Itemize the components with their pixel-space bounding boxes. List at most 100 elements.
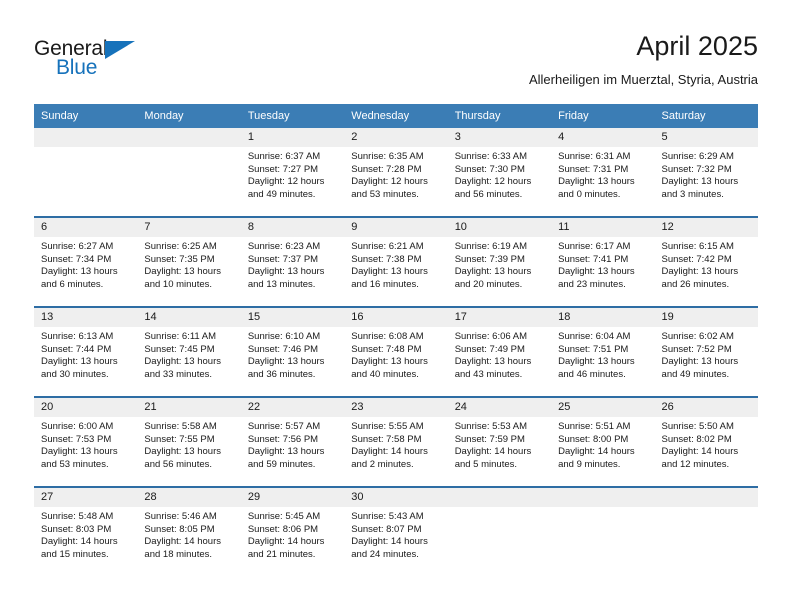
page-header: General Blue April 2025 Allerheiligen im…: [0, 0, 792, 104]
calendar-day-cell[interactable]: 28 Sunrise: 5:46 AM Sunset: 8:05 PM Dayligh…: [137, 487, 241, 576]
calendar-day-cell[interactable]: 1 Sunrise: 6:37 AM Sunset: 7:27 PM Daylight…: [240, 128, 345, 218]
day-details: Sunrise: 6:02 AM Sunset: 7:52 PM Daylight:…: [655, 327, 758, 381]
calendar-day-cell[interactable]: 29 Sunrise: 5:45 AM Sunset: 8:06 PM Dayligh…: [240, 487, 345, 576]
daylight-text-line2: and 5 minutes.: [454, 458, 518, 470]
day-number: [34, 128, 138, 147]
calendar-day-cell[interactable]: 3 Sunrise: 6:33 AM Sunset: 7:30 PM Daylight…: [447, 128, 552, 218]
weekday-header-wednesday: Wednesday: [344, 104, 448, 128]
sunrise-text: Sunrise: 5:55 AM: [351, 421, 424, 432]
calendar-day-cell[interactable]: 25 Sunrise: 5:51 AM Sunset: 8:00 PM Dayligh…: [551, 397, 655, 488]
daylight-text-line1: Daylight: 13 hours: [41, 446, 118, 458]
calendar-day-cell[interactable]: 9 Sunrise: 6:21 AM Sunset: 7:38 PM Daylight…: [344, 217, 448, 308]
sunrise-text: Sunrise: 5:48 AM: [41, 511, 114, 522]
daylight-text-line1: Daylight: 14 hours: [661, 446, 739, 458]
generalblue-logo[interactable]: General Blue: [34, 38, 154, 84]
daylight-text-line2: and 26 minutes.: [661, 278, 730, 290]
calendar-day-cell[interactable]: 21 Sunrise: 5:58 AM Sunset: 7:55 PM Dayligh…: [137, 397, 241, 488]
calendar-day-cell[interactable]: 4 Sunrise: 6:31 AM Sunset: 7:31 PM Daylight…: [551, 128, 655, 218]
daylight-text-line1: Daylight: 13 hours: [661, 176, 739, 188]
sunset-text: Sunset: 7:31 PM: [558, 163, 629, 175]
daylight-text-line1: Daylight: 14 hours: [454, 446, 532, 458]
daylight-text-line1: Daylight: 13 hours: [454, 356, 532, 368]
calendar-day-cell[interactable]: 16 Sunrise: 6:08 AM Sunset: 7:48 PM Dayligh…: [344, 307, 448, 398]
calendar-day-cell[interactable]: 18 Sunrise: 6:04 AM Sunset: 7:51 PM Dayligh…: [551, 307, 655, 398]
daylight-text-line1: Daylight: 13 hours: [144, 446, 221, 458]
calendar-day-cell[interactable]: 30 Sunrise: 5:43 AM Sunset: 8:07 PM Dayligh…: [344, 487, 448, 576]
day-cell-inner: 5 Sunrise: 6:29 AM Sunset: 7:32 PM Daylight…: [654, 128, 758, 216]
sunset-text: Sunset: 7:30 PM: [454, 163, 525, 175]
sunrise-text: Sunrise: 6:21 AM: [351, 241, 424, 252]
day-number: 29: [240, 488, 345, 507]
calendar-day-cell[interactable]: 26 Sunrise: 5:50 AM Sunset: 8:02 PM Dayligh…: [654, 397, 758, 488]
calendar-day-cell[interactable]: 20 Sunrise: 6:00 AM Sunset: 7:53 PM Dayligh…: [34, 397, 138, 488]
calendar-day-cell[interactable]: 22 Sunrise: 5:57 AM Sunset: 7:56 PM Dayligh…: [240, 397, 345, 488]
calendar-day-cell-empty: [654, 487, 758, 576]
calendar-week-row: 20 Sunrise: 6:00 AM Sunset: 7:53 PM Dayligh…: [34, 397, 758, 488]
calendar-page: General Blue April 2025 Allerheiligen im…: [0, 0, 792, 612]
day-number: 4: [551, 128, 655, 147]
sunset-text: Sunset: 7:41 PM: [558, 253, 629, 265]
day-details: Sunrise: 6:11 AM Sunset: 7:45 PM Daylight:…: [137, 327, 240, 381]
daylight-text-line1: Daylight: 12 hours: [247, 176, 325, 188]
day-details: Sunrise: 6:33 AM Sunset: 7:30 PM Daylight:…: [448, 147, 551, 201]
sunrise-text: Sunrise: 5:51 AM: [558, 421, 631, 432]
calendar-day-cell[interactable]: 7 Sunrise: 6:25 AM Sunset: 7:35 PM Daylight…: [137, 217, 241, 308]
daylight-text-line1: Daylight: 13 hours: [144, 356, 221, 368]
calendar-day-cell[interactable]: 12 Sunrise: 6:15 AM Sunset: 7:42 PM Dayligh…: [654, 217, 758, 308]
weekday-header-tuesday: Tuesday: [240, 104, 345, 128]
sunrise-text: Sunrise: 6:31 AM: [558, 151, 631, 162]
calendar-day-cell[interactable]: 13 Sunrise: 6:13 AM Sunset: 7:44 PM Dayligh…: [34, 307, 138, 398]
day-number: 10: [447, 218, 552, 237]
sunrise-text: Sunrise: 5:57 AM: [247, 421, 321, 432]
calendar-body: 1 Sunrise: 6:37 AM Sunset: 7:27 PM Daylight…: [34, 128, 758, 576]
daylight-text-line2: and 6 minutes.: [41, 278, 104, 290]
sunset-text: Sunset: 7:46 PM: [247, 343, 319, 355]
sunrise-text: Sunrise: 6:17 AM: [558, 241, 631, 252]
calendar-day-cell[interactable]: 11 Sunrise: 6:17 AM Sunset: 7:41 PM Dayligh…: [551, 217, 655, 308]
day-cell-inner: 2 Sunrise: 6:35 AM Sunset: 7:28 PM Daylight…: [344, 128, 448, 216]
daylight-text-line1: Daylight: 13 hours: [144, 266, 221, 278]
day-cell-inner: 19 Sunrise: 6:02 AM Sunset: 7:52 PM Dayligh…: [654, 308, 758, 396]
sunset-text: Sunset: 7:59 PM: [454, 433, 525, 445]
calendar-day-cell[interactable]: 27 Sunrise: 5:48 AM Sunset: 8:03 PM Dayligh…: [34, 487, 138, 576]
day-number: 3: [447, 128, 552, 147]
daylight-text-line2: and 21 minutes.: [247, 548, 316, 560]
daylight-text-line1: Daylight: 12 hours: [454, 176, 532, 188]
sunrise-text: Sunrise: 5:46 AM: [144, 511, 217, 522]
sunset-text: Sunset: 7:53 PM: [41, 433, 112, 445]
calendar-day-cell[interactable]: 8 Sunrise: 6:23 AM Sunset: 7:37 PM Daylight…: [240, 217, 345, 308]
calendar-day-cell[interactable]: 5 Sunrise: 6:29 AM Sunset: 7:32 PM Daylight…: [654, 128, 758, 218]
daylight-text-line2: and 49 minutes.: [247, 188, 316, 200]
calendar-day-cell[interactable]: 10 Sunrise: 6:19 AM Sunset: 7:39 PM Dayligh…: [447, 217, 552, 308]
day-details: Sunrise: 6:37 AM Sunset: 7:27 PM Daylight:…: [241, 147, 344, 201]
calendar-day-cell[interactable]: 23 Sunrise: 5:55 AM Sunset: 7:58 PM Dayligh…: [344, 397, 448, 488]
day-details: Sunrise: 5:45 AM Sunset: 8:06 PM Daylight:…: [241, 507, 344, 561]
daylight-text-line1: Daylight: 13 hours: [661, 356, 739, 368]
daylight-text-line2: and 13 minutes.: [247, 278, 316, 290]
calendar-week-row: 13 Sunrise: 6:13 AM Sunset: 7:44 PM Dayligh…: [34, 307, 758, 398]
daylight-text-line1: Daylight: 13 hours: [661, 266, 739, 278]
calendar-day-cell[interactable]: 15 Sunrise: 6:10 AM Sunset: 7:46 PM Dayligh…: [240, 307, 345, 398]
daylight-text-line1: Daylight: 13 hours: [247, 356, 325, 368]
weekday-header-thursday: Thursday: [447, 104, 552, 128]
calendar-day-cell[interactable]: 14 Sunrise: 6:11 AM Sunset: 7:45 PM Dayligh…: [137, 307, 241, 398]
day-details: Sunrise: 5:51 AM Sunset: 8:00 PM Daylight:…: [551, 417, 654, 471]
daylight-text-line1: Daylight: 13 hours: [351, 356, 428, 368]
day-cell-inner: 4 Sunrise: 6:31 AM Sunset: 7:31 PM Daylight…: [551, 128, 655, 216]
page-subtitle: Allerheiligen im Muerztal, Styria, Austr…: [528, 72, 758, 87]
day-details: Sunrise: 5:50 AM Sunset: 8:02 PM Daylight:…: [655, 417, 758, 471]
calendar-day-cell[interactable]: 6 Sunrise: 6:27 AM Sunset: 7:34 PM Daylight…: [34, 217, 138, 308]
sunset-text: Sunset: 8:06 PM: [247, 523, 319, 535]
calendar-day-cell[interactable]: 24 Sunrise: 5:53 AM Sunset: 7:59 PM Dayligh…: [447, 397, 552, 488]
sunset-text: Sunset: 7:38 PM: [351, 253, 422, 265]
calendar-day-cell[interactable]: 19 Sunrise: 6:02 AM Sunset: 7:52 PM Dayligh…: [654, 307, 758, 398]
day-cell-inner: 7 Sunrise: 6:25 AM Sunset: 7:35 PM Daylight…: [137, 218, 241, 306]
sunset-text: Sunset: 7:55 PM: [144, 433, 215, 445]
calendar-day-cell[interactable]: 2 Sunrise: 6:35 AM Sunset: 7:28 PM Daylight…: [344, 128, 448, 218]
calendar-day-cell[interactable]: 17 Sunrise: 6:06 AM Sunset: 7:49 PM Dayligh…: [447, 307, 552, 398]
day-cell-inner: [34, 128, 138, 216]
day-number: 19: [654, 308, 758, 327]
calendar-header-row: Sunday Monday Tuesday Wednesday Thursday…: [34, 104, 758, 128]
day-cell-inner: 12 Sunrise: 6:15 AM Sunset: 7:42 PM Dayligh…: [654, 218, 758, 306]
day-cell-inner: 14 Sunrise: 6:11 AM Sunset: 7:45 PM Dayligh…: [137, 308, 241, 396]
